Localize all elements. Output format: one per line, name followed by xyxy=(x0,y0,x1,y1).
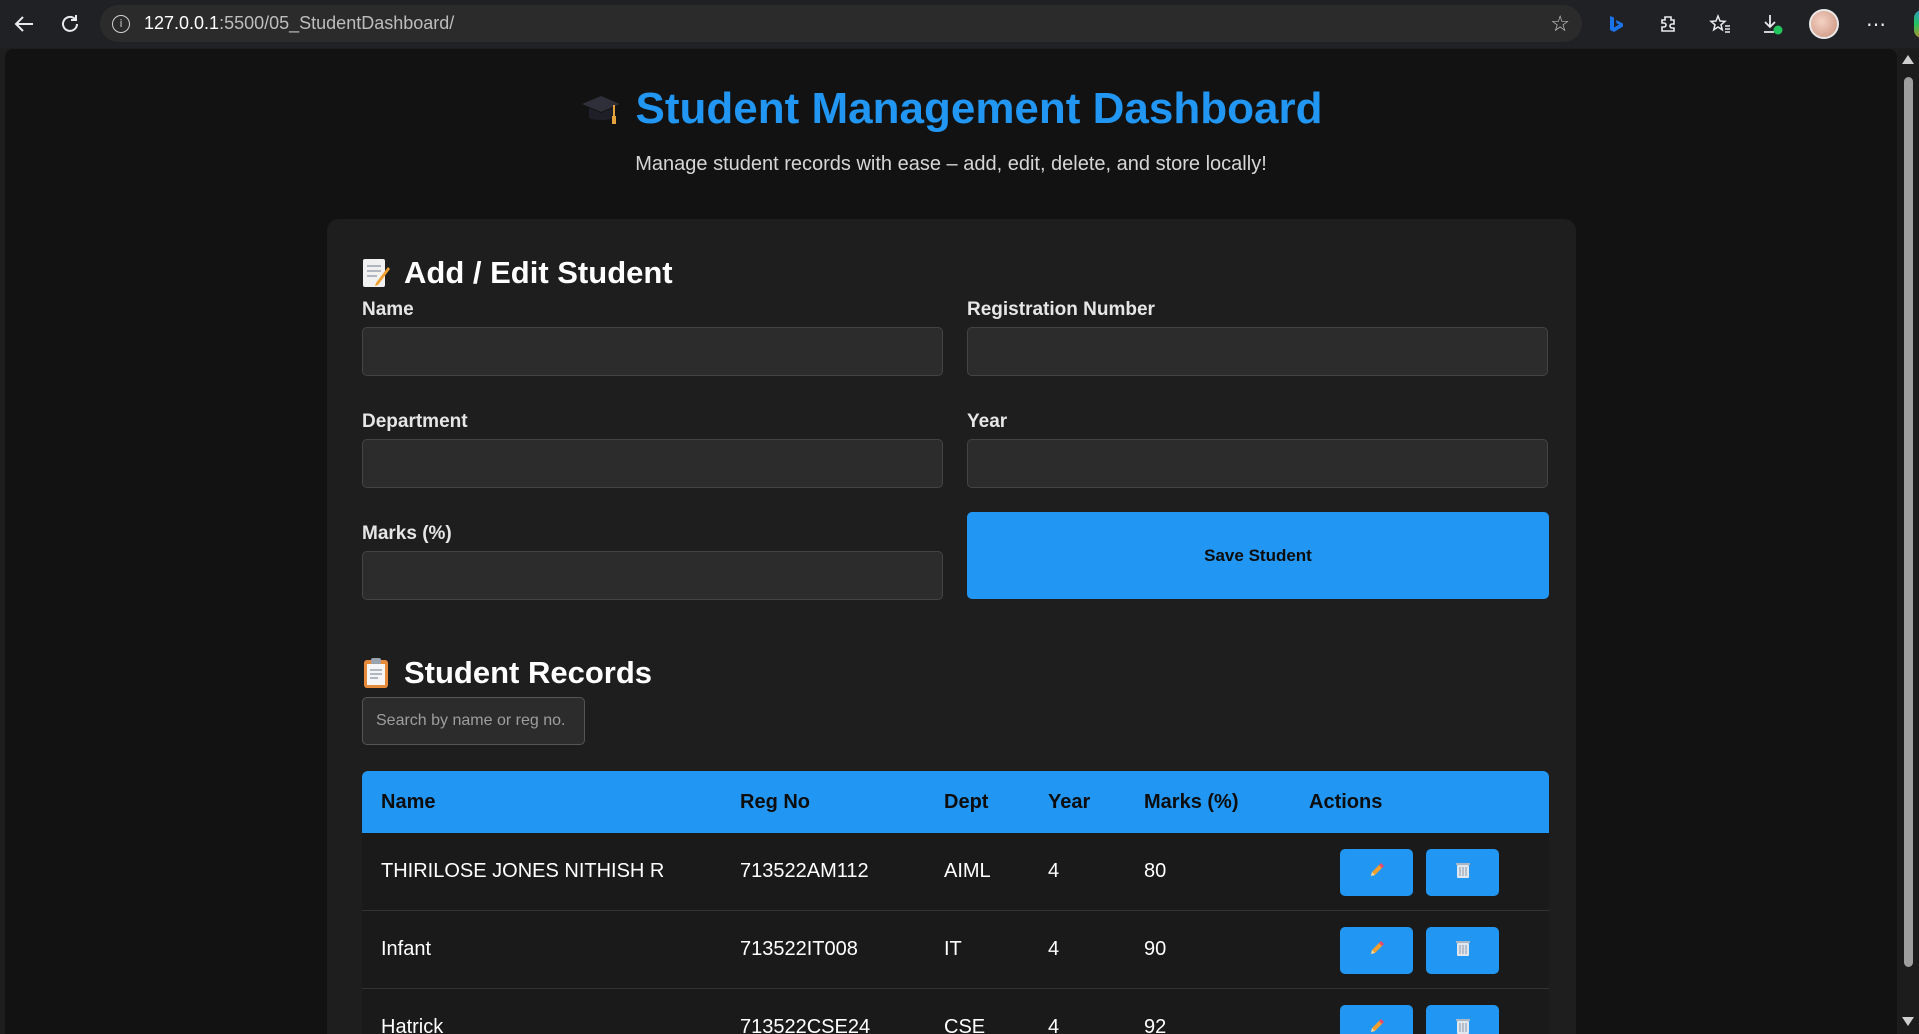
name-input[interactable] xyxy=(362,327,943,376)
regno-label: Registration Number xyxy=(967,299,1155,320)
scrollbar-thumb[interactable] xyxy=(1904,77,1913,967)
marks-label: Marks (%) xyxy=(362,523,452,544)
cell-name: Hatrick xyxy=(381,1016,444,1034)
trash-icon xyxy=(1455,939,1471,962)
department-label: Department xyxy=(362,411,468,432)
records-section-title: Student Records xyxy=(362,655,652,691)
browser-toolbar: i 127.0.0.1:5500/05_StudentDashboard/ ☆ … xyxy=(0,0,1919,48)
form-section-title: Add / Edit Student xyxy=(362,255,673,291)
pencil-icon xyxy=(1368,861,1386,884)
trash-icon xyxy=(1455,1017,1471,1034)
site-info-icon[interactable]: i xyxy=(112,14,130,33)
scroll-down-arrow-icon[interactable] xyxy=(1902,1017,1914,1026)
cell-year: 4 xyxy=(1048,1016,1060,1034)
delete-button[interactable] xyxy=(1426,849,1499,896)
url-text: 127.0.0.1:5500/05_StudentDashboard/ xyxy=(144,13,455,33)
cell-year: 4 xyxy=(1048,860,1060,882)
favorites-icon[interactable] xyxy=(1700,4,1740,44)
records-table: Name Reg No Dept Year Marks (%) Actions … xyxy=(362,771,1549,1034)
col-year[interactable]: Year xyxy=(1048,791,1090,814)
department-input[interactable] xyxy=(362,439,943,488)
col-name[interactable]: Name xyxy=(381,791,435,814)
downloads-icon[interactable] xyxy=(1752,4,1792,44)
table-row: Hatrick 713522CSE24 CSE 4 92 xyxy=(362,989,1549,1034)
trash-icon xyxy=(1455,861,1471,884)
cell-marks: 92 xyxy=(1144,1016,1167,1034)
memo-icon xyxy=(362,257,390,289)
cell-dept: IT xyxy=(944,938,962,960)
col-dept[interactable]: Dept xyxy=(944,791,988,814)
table-row: Infant 713522IT008 IT 4 90 xyxy=(362,911,1549,989)
page-title-text: Student Management Dashboard xyxy=(635,84,1323,133)
cell-dept: CSE xyxy=(944,1016,986,1034)
cell-year: 4 xyxy=(1048,938,1060,960)
edit-button[interactable] xyxy=(1340,927,1413,974)
page-viewport: Student Management Dashboard Manage stud… xyxy=(5,49,1897,1034)
pencil-icon xyxy=(1368,1017,1386,1034)
records-section-title-text: Student Records xyxy=(404,655,653,690)
cell-name: THIRILOSE JONES NITHISH R xyxy=(381,860,665,882)
page-header: Student Management Dashboard Manage stud… xyxy=(5,84,1897,176)
edit-button[interactable] xyxy=(1340,849,1413,896)
cell-regno: 713522CSE24 xyxy=(740,1016,871,1034)
cell-name: Infant xyxy=(381,938,432,960)
student-card: Add / Edit Student Name Registration Num… xyxy=(327,219,1576,1034)
vertical-scrollbar[interactable] xyxy=(1898,49,1919,1034)
table-header: Name Reg No Dept Year Marks (%) Actions xyxy=(362,771,1549,833)
edit-button[interactable] xyxy=(1340,1005,1413,1034)
back-arrow-icon[interactable] xyxy=(4,4,44,44)
cell-marks: 80 xyxy=(1144,860,1167,882)
cell-dept: AIML xyxy=(944,860,991,882)
pencil-icon xyxy=(1368,939,1386,962)
col-actions: Actions xyxy=(1309,791,1383,813)
extensions-icon[interactable] xyxy=(1648,4,1688,44)
favorite-star-icon[interactable]: ☆ xyxy=(1550,11,1570,37)
form-section-title-text: Add / Edit Student xyxy=(404,255,673,290)
delete-button[interactable] xyxy=(1426,1005,1499,1034)
regno-input[interactable] xyxy=(967,327,1548,376)
page-subtitle: Manage student records with ease – add, … xyxy=(635,153,1267,175)
cell-regno: 713522IT008 xyxy=(740,938,858,960)
graduation-cap-icon xyxy=(580,90,622,128)
profile-avatar[interactable] xyxy=(1804,4,1844,44)
marks-input[interactable] xyxy=(362,551,943,600)
cell-regno: 713522AM112 xyxy=(740,860,869,882)
save-student-button[interactable]: Save Student xyxy=(967,512,1549,599)
year-label: Year xyxy=(967,411,1008,432)
year-input[interactable] xyxy=(967,439,1548,488)
bing-icon[interactable] xyxy=(1596,4,1636,44)
cell-marks: 90 xyxy=(1144,938,1167,960)
col-regno[interactable]: Reg No xyxy=(740,791,810,814)
copilot-icon[interactable] xyxy=(1908,4,1919,44)
clipboard-icon xyxy=(362,657,390,689)
col-marks[interactable]: Marks (%) xyxy=(1144,791,1238,814)
more-menu-icon[interactable]: ⋯ xyxy=(1856,4,1896,44)
address-bar[interactable]: i 127.0.0.1:5500/05_StudentDashboard/ ☆ xyxy=(100,5,1582,42)
scroll-up-arrow-icon[interactable] xyxy=(1902,55,1914,64)
delete-button[interactable] xyxy=(1426,927,1499,974)
page-title: Student Management Dashboard xyxy=(580,84,1323,134)
table-row: THIRILOSE JONES NITHISH R 713522AM112 AI… xyxy=(362,833,1549,911)
name-label: Name xyxy=(362,299,414,320)
search-input[interactable]: Search by name or reg no. xyxy=(362,697,585,745)
reload-icon[interactable] xyxy=(50,4,90,44)
